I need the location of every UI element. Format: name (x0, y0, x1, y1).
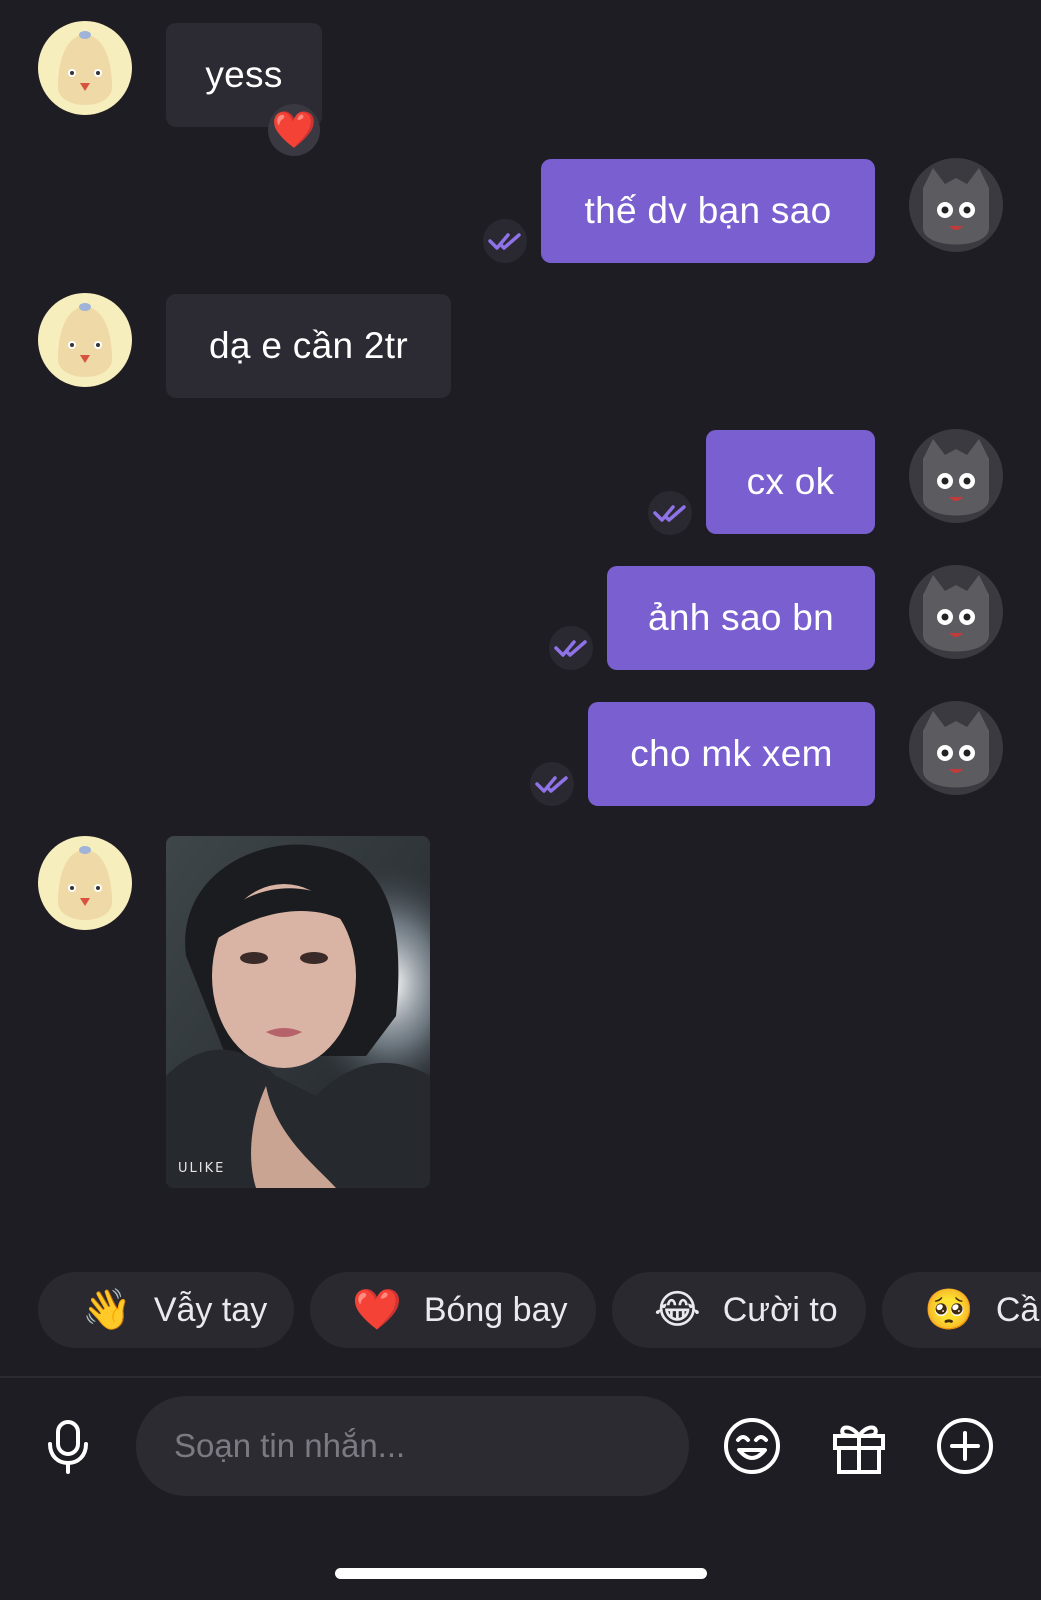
microphone-button[interactable] (38, 1416, 98, 1476)
message-text: dạ e cần 2tr (208, 325, 408, 366)
waving-hand-icon: 👋 (82, 1288, 132, 1332)
cat-avatar-icon (909, 429, 1003, 523)
contact-avatar[interactable] (38, 836, 132, 930)
double-check-icon (648, 491, 692, 535)
message-text: thế dv bạn sao (584, 190, 832, 231)
outgoing-message-bubble[interactable]: thế dv bạn sao (541, 159, 875, 263)
selfie-photo (166, 836, 430, 1188)
pleading-face-icon: 🥺 (924, 1288, 974, 1332)
my-avatar[interactable] (909, 158, 1003, 252)
message-text: yess (205, 54, 283, 95)
my-avatar[interactable] (909, 701, 1003, 795)
message-text: cx ok (746, 461, 835, 502)
message-text: cho mk xem (630, 733, 833, 774)
gift-icon (833, 1425, 885, 1474)
laughing-face-icon: 😂 (654, 1288, 701, 1332)
emoji-button[interactable] (722, 1416, 782, 1476)
double-check-icon (483, 219, 527, 263)
my-avatar[interactable] (909, 565, 1003, 659)
incoming-message-bubble[interactable]: dạ e cần 2tr (166, 294, 451, 398)
quick-reply-label: Cầu (995, 1290, 1041, 1329)
contact-avatar[interactable] (38, 293, 132, 387)
quick-reply-label: Cười to (722, 1290, 838, 1329)
double-check-icon (530, 762, 574, 806)
cat-avatar-icon (909, 565, 1003, 659)
quick-reply-label: Vẫy tay (153, 1290, 268, 1329)
bird-avatar-icon (38, 836, 132, 930)
message-input-placeholder: Soạn tin nhắn... (174, 1427, 406, 1464)
quick-reply-label: Bóng bay (423, 1290, 568, 1329)
double-check-icon (549, 626, 593, 670)
plus-circle-icon (937, 1418, 993, 1474)
quick-reply-laugh[interactable]: 😂 Cười to (612, 1272, 866, 1348)
cat-avatar-icon (909, 701, 1003, 795)
quick-reply-balloon[interactable]: ❤️ Bóng bay (310, 1272, 596, 1348)
emoji-icon (724, 1418, 780, 1474)
bird-avatar-icon (38, 21, 132, 115)
photo-watermark: ULIKE (178, 1161, 226, 1176)
bird-avatar-icon (38, 293, 132, 387)
contact-avatar[interactable] (38, 21, 132, 115)
microphone-icon (48, 1420, 88, 1474)
message-input[interactable]: Soạn tin nhắn... (136, 1396, 689, 1496)
outgoing-message-bubble[interactable]: cho mk xem (588, 702, 875, 806)
plus-button[interactable] (935, 1416, 995, 1476)
quick-reply-wave[interactable]: 👋 Vẫy tay (38, 1272, 294, 1348)
heart-icon: ❤️ (352, 1288, 402, 1332)
outgoing-message-bubble[interactable]: cx ok (706, 430, 875, 534)
composer-divider (0, 1376, 1041, 1378)
heart-reaction-icon[interactable]: ❤️ (268, 104, 320, 156)
message-text: ảnh sao bn (647, 597, 835, 638)
incoming-photo-message[interactable]: ULIKE (166, 836, 430, 1188)
quick-reply-plead[interactable]: 🥺 Cầu (882, 1272, 1041, 1348)
cat-avatar-icon (909, 158, 1003, 252)
outgoing-message-bubble[interactable]: ảnh sao bn (607, 566, 875, 670)
my-avatar[interactable] (909, 429, 1003, 523)
gift-button[interactable] (829, 1416, 889, 1476)
home-indicator (335, 1568, 707, 1579)
